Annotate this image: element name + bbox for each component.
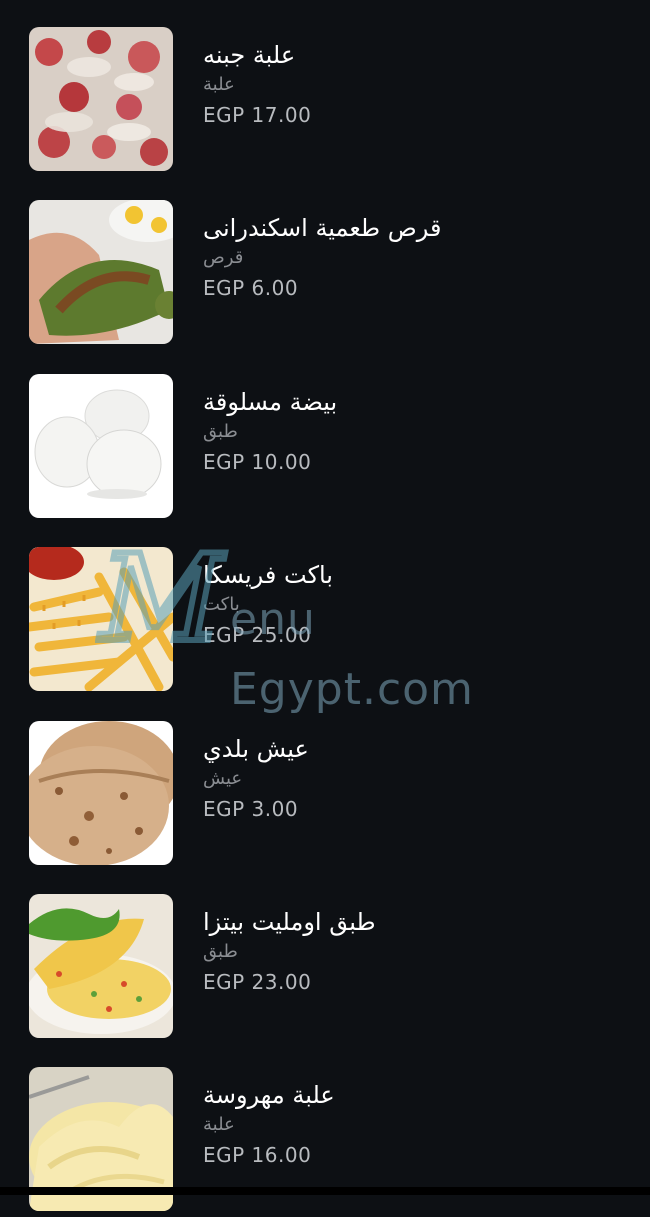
item-price: EGP 3.00: [203, 797, 299, 821]
item-price: EGP 6.00: [203, 276, 299, 300]
item-unit: طبق: [203, 421, 238, 442]
item-unit: طبق: [203, 941, 238, 962]
menu-item-boiled-egg[interactable]: بيضة مسلوقة طبق EGP 10.00: [0, 374, 650, 524]
item-unit: قرص: [203, 247, 244, 268]
item-image-omelette: [29, 894, 173, 1038]
bottom-edge: [0, 1187, 650, 1195]
item-price: EGP 23.00: [203, 970, 312, 994]
menu-item-falafel[interactable]: قرص طعمية اسكندرانى قرص EGP 6.00: [0, 200, 650, 350]
item-image-falafel: [29, 200, 173, 344]
item-unit: علبة: [203, 1114, 235, 1135]
item-name: طبق اومليت بيتزا: [203, 908, 376, 936]
item-price: EGP 16.00: [203, 1143, 312, 1167]
item-name: عيش بلدي: [203, 735, 309, 763]
item-price: EGP 10.00: [203, 450, 312, 474]
item-name: قرص طعمية اسكندرانى: [203, 214, 442, 242]
item-name: بيضة مسلوقة: [203, 388, 338, 416]
item-price: EGP 17.00: [203, 103, 312, 127]
item-image-fries: [29, 547, 173, 691]
menu-item-baladi-bread[interactable]: عيش بلدي عيش EGP 3.00: [0, 721, 650, 871]
item-image-cheese: [29, 27, 173, 171]
item-unit: باكت: [203, 594, 240, 615]
item-name: علبة مهروسة: [203, 1081, 335, 1109]
item-unit: علبة: [203, 74, 235, 95]
menu-item-list: علبة جبنه علبة EGP 17.00 قرص طعمية اسكند…: [0, 0, 650, 1211]
item-price: EGP 25.00: [203, 623, 312, 647]
item-name: علبة جبنه: [203, 41, 296, 69]
item-image-bread: [29, 721, 173, 865]
menu-item-fries-pack[interactable]: باكت فريسكا باكت EGP 25.00: [0, 547, 650, 697]
item-image-eggs: [29, 374, 173, 518]
menu-item-pizza-omelette[interactable]: طبق اومليت بيتزا طبق EGP 23.00: [0, 894, 650, 1044]
menu-item-cheese-box[interactable]: علبة جبنه علبة EGP 17.00: [0, 27, 650, 177]
item-name: باكت فريسكا: [203, 561, 333, 589]
item-unit: عيش: [203, 768, 243, 789]
